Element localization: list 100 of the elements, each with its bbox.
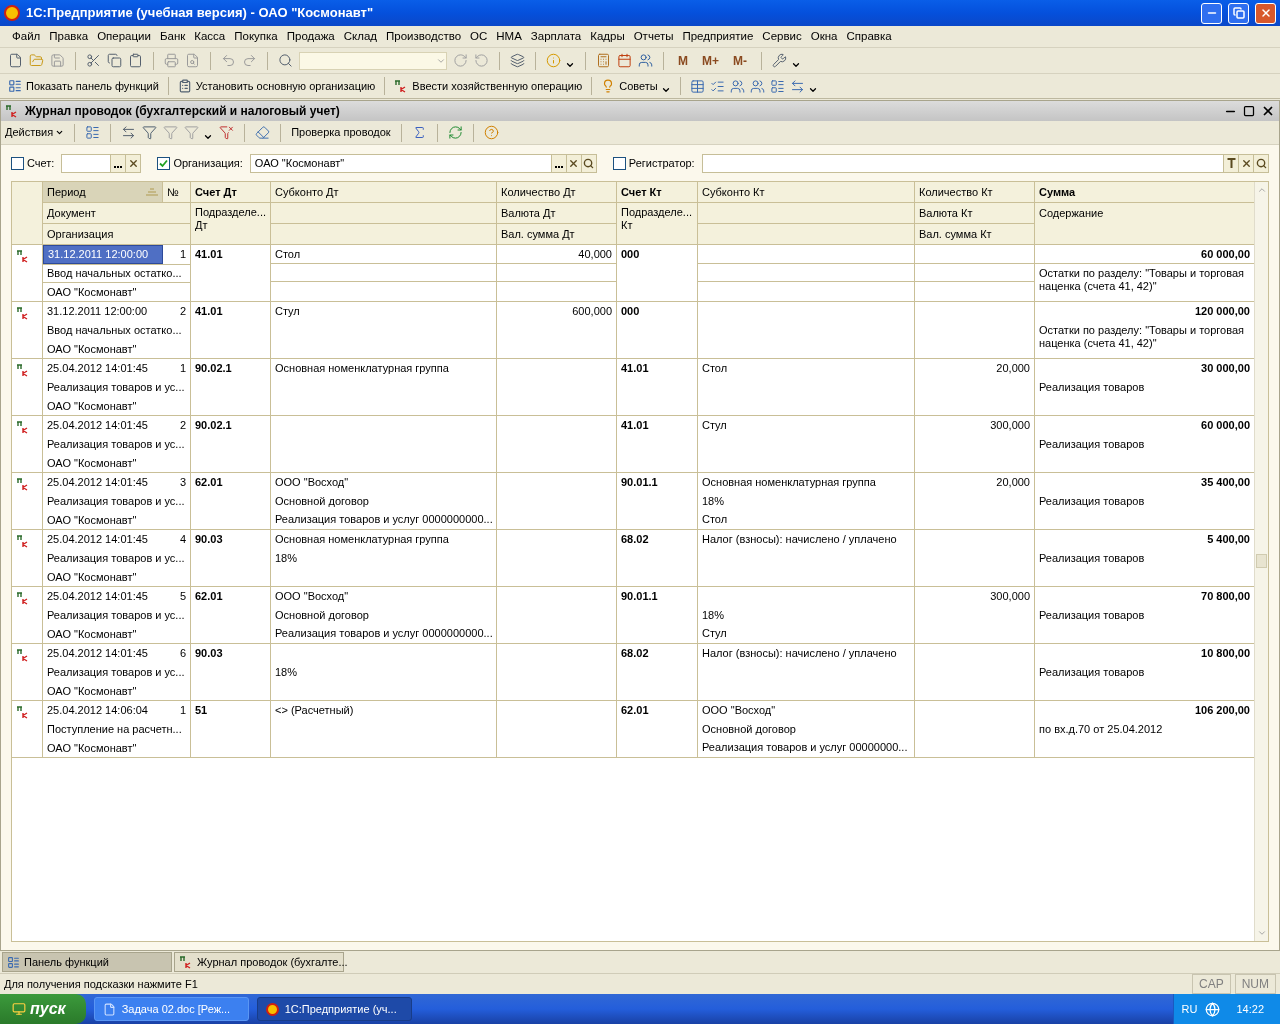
menu-item[interactable]: Зарплата [530,27,582,46]
eraser-icon[interactable] [255,125,271,140]
globe-icon[interactable] [1205,1001,1221,1017]
menu-item[interactable]: Операции [97,27,151,46]
search-icon[interactable] [278,53,293,68]
scissors-icon[interactable] [86,53,101,68]
column-header[interactable]: Счет Кт [617,182,697,203]
filter-field[interactable] [61,153,142,173]
refresh-icon[interactable] [447,125,463,140]
help-icon[interactable] [483,125,499,140]
close-icon[interactable] [1261,104,1275,118]
filter-field[interactable] [701,153,1269,173]
caret-icon[interactable] [660,85,671,95]
menu-item[interactable]: Касса [194,27,226,46]
filter-icon[interactable] [142,125,158,140]
users-icon[interactable] [729,78,745,94]
column-header[interactable]: Вал. сумма Дт [497,224,616,244]
actions-menu[interactable]: Действия [5,124,65,141]
enter-operation-button[interactable]: Ввести хозяйственную операцию [394,77,583,95]
menu-item[interactable]: ОС [470,27,488,46]
text-mode-icon[interactable] [1223,154,1238,172]
menu-item[interactable]: Отчеты [633,27,674,46]
check-entries-button[interactable]: Проверка проводок [291,124,391,141]
memory-button[interactable]: M- [729,51,751,70]
users-icon[interactable] [638,53,653,68]
table-row[interactable]: 25.04.2012 14:01:45 2 Реализация товаров и ус... ОАО "Космонавт" 90.02.1 41.01 Стул 300,000 60 000,00 Реализация товаров [12,416,1254,473]
column-header[interactable]: Количество Кт [915,182,1034,203]
menu-item[interactable]: Файл [12,27,41,46]
column-header[interactable]: Подразделе... Дт [191,203,270,232]
column-header[interactable]: Документ [43,203,190,224]
clear-icon[interactable] [125,154,141,172]
menu-item[interactable]: Правка [49,27,89,46]
column-header[interactable]: Вал. сумма Кт [915,224,1034,244]
checkbox[interactable] [612,156,626,170]
start-button[interactable]: пуск [0,994,86,1024]
paste-icon[interactable] [128,53,143,68]
memory-button[interactable]: M [674,51,692,70]
table-icon[interactable] [689,78,705,94]
close-button[interactable] [1255,2,1276,24]
menu-item[interactable]: Окна [810,27,838,46]
scrollbar[interactable] [1254,182,1268,941]
menu-item[interactable]: Сервис [762,27,802,46]
table-row[interactable] [12,473,1254,530]
tips-button[interactable]: Советы [601,77,658,95]
table-row[interactable]: 25.04.2012 14:06:04 1 Поступление на расчетн... ОАО "Космонавт" 51 <> (Расчетный) 62.01 ООО "Восход" Основной договор Реализация товаров и услуг 00000000... 106 200,00 по вх.д.70 от 25.04.2012 [12,701,1254,758]
restore-button[interactable] [1228,2,1249,24]
clear-filter-icon[interactable] [219,125,235,140]
table-row[interactable]: 25.04.2012 14:01:45 4 Реализация товаров и ус... ОАО "Космонавт" 90.03 Основная номенклатурная группа 18% 68.02 Налог (взносы): начислено / уплачено 5 400,00 Реализация товаров [12,530,1254,587]
table-row[interactable]: 25.04.2012 14:01:45 6 Реализация товаров и ус... ОАО "Космонавт" 90.03 18% 68.02 Налог (взносы): начислено / уплачено 10 800,00 Реализация товаров [12,644,1254,701]
select-icon[interactable] [110,154,126,172]
caret-icon[interactable] [807,85,818,95]
select-icon[interactable] [550,154,566,172]
menu-item[interactable]: Справка [846,27,892,46]
memory-button[interactable]: M+ [698,51,723,70]
calendar-icon[interactable] [617,53,632,68]
search-field[interactable] [299,51,447,70]
column-header[interactable]: Субконто Дт [271,182,496,203]
column-header[interactable]: Валюта Дт [497,203,616,224]
search-icon[interactable] [1253,154,1268,172]
users-icon[interactable] [749,78,765,94]
windows-icon[interactable] [510,53,525,68]
column-header[interactable]: Сумма [1035,182,1254,203]
report-icon[interactable] [769,78,785,94]
table-row[interactable]: 25.04.2012 14:01:45 5 Реализация товаров и ус... ОАО "Космонавт" 62.01 ООО "Восход" Основной договор Реализация товаров и услуг 0000000000... 90.01.1 18% Стул 300,000 70 800,00 Реализация товаров [12,587,1254,644]
column-header[interactable]: Валюта Кт [915,203,1034,224]
menu-item[interactable]: НМА [496,27,522,46]
checkbox[interactable] [157,156,171,170]
copy-icon[interactable] [107,53,122,68]
maximize-icon[interactable] [1243,105,1255,117]
filter-field[interactable]: ОАО "Космонавт" [249,153,597,173]
wrench-icon[interactable] [772,53,787,68]
menu-item[interactable]: Банк [159,27,186,46]
table-row[interactable]: 31.12.2011 12:00:00 1 Ввод начальных остатко... ОАО "Космонавт" 41.01 Стол 40,000 000 60 000,00 Остатки по разделу: "Товары и торговая наценка (счета 41, 42)" [12,245,1254,302]
menu-item[interactable]: Кадры [590,27,625,46]
column-header[interactable]: Содержание [1035,203,1254,224]
clear-icon[interactable] [1238,154,1253,172]
new-file-icon[interactable] [8,53,23,68]
column-header[interactable]: Субконто Кт [698,182,914,203]
taskbar-button[interactable]: Задача 02.doc [Реж... [93,997,249,1021]
preview-icon[interactable] [185,53,200,68]
language-indicator[interactable]: RU [1181,1000,1198,1018]
set-organization-button[interactable]: Установить основную организацию [177,77,376,95]
table-row[interactable]: 31.12.2011 12:00:00 2 Ввод начальных остатко... ОАО "Космонавт" 41.01 Стул 600,000 000 120 000,00 Остатки по разделу: "Товары и торговая наценка (счета 41, 42)" [12,302,1254,359]
taskbar-button[interactable]: 1С:Предприятие (уч... [256,997,412,1021]
window-tab[interactable]: Панель функций [2,952,172,972]
column-header[interactable]: Счет Дт [191,182,270,203]
menu-item[interactable]: Покупка [234,27,278,46]
column-header[interactable]: Организация [43,224,190,244]
column-header[interactable]: Подразделе... Кт [617,203,697,232]
column-header[interactable]: Период [43,182,163,202]
minimize-button[interactable] [1201,2,1222,24]
menu-item[interactable]: Продажа [286,27,335,46]
menu-item[interactable]: Предприятие [682,27,754,46]
calculator-icon[interactable] [596,53,611,68]
list-icon[interactable] [709,78,725,94]
menu-item[interactable]: Склад [343,27,378,46]
column-header[interactable]: № [163,182,190,202]
show-panel-button[interactable]: Показать панель функций [8,77,159,95]
column-header[interactable]: Количество Дт [497,182,616,203]
table-row[interactable]: 25.04.2012 14:01:45 1 Реализация товаров и ус... ОАО "Космонавт" 90.02.1 Основная номенклатурная группа 41.01 Стол 20,000 30 000,00 Реализация товаров [12,359,1254,416]
